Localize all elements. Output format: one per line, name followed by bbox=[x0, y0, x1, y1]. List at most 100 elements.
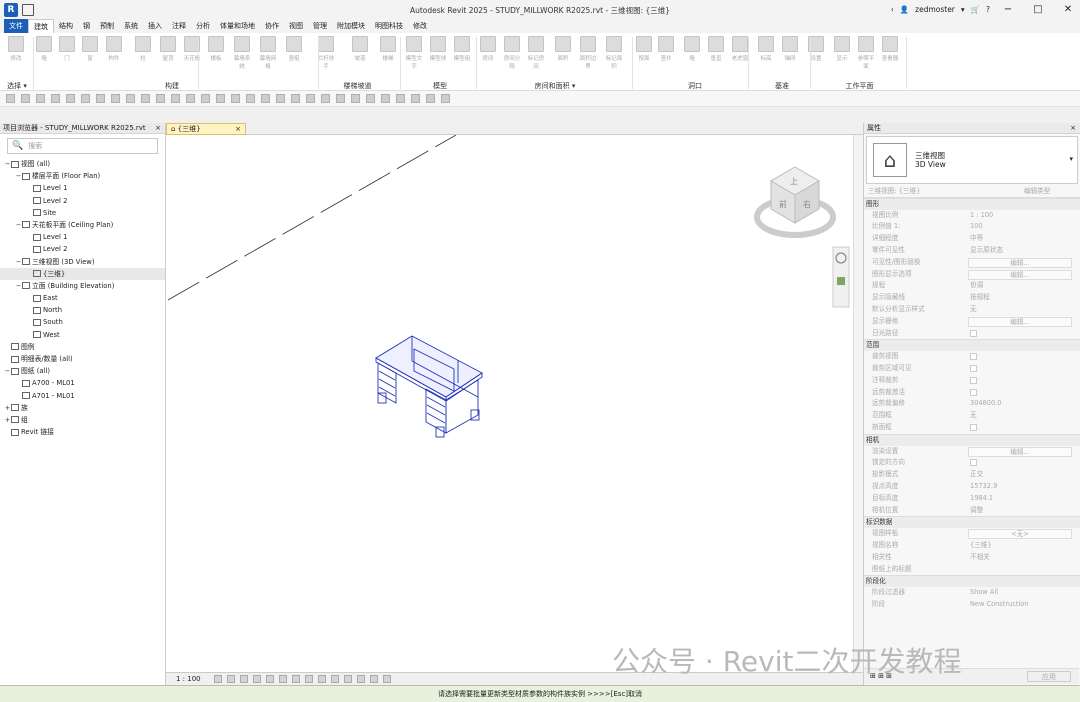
ribbon-button-9[interactable]: 幕墙系统 bbox=[232, 36, 252, 70]
property-edit-button[interactable]: 编辑... bbox=[968, 316, 1072, 327]
ribbon-button-3[interactable]: 窗 bbox=[80, 36, 100, 62]
tree-item[interactable]: West bbox=[0, 329, 165, 341]
ribbon-button-20[interactable]: 标记房间 bbox=[526, 36, 546, 70]
search-chevron-icon[interactable]: ‹ bbox=[891, 5, 894, 14]
ribbon-button-10[interactable]: 幕墙网格 bbox=[258, 36, 278, 70]
ribbon-button-0[interactable]: 修改 bbox=[6, 36, 26, 62]
property-value[interactable]: Show All bbox=[970, 587, 998, 599]
maximize-button[interactable]: □ bbox=[1026, 4, 1050, 15]
property-checkbox[interactable] bbox=[970, 423, 977, 431]
tree-item[interactable]: North bbox=[0, 304, 165, 316]
quick-toolbar-icon-17[interactable] bbox=[261, 94, 270, 103]
menu-tab-1[interactable]: 建筑 bbox=[28, 19, 54, 33]
property-edit-button[interactable]: 编辑... bbox=[968, 269, 1072, 280]
property-value[interactable]: 中等 bbox=[970, 233, 983, 245]
property-value[interactable]: 100 bbox=[970, 221, 983, 233]
crop-view-icon[interactable] bbox=[278, 675, 287, 683]
tree-item[interactable]: East bbox=[0, 292, 165, 304]
help-icon[interactable]: ? bbox=[986, 5, 990, 14]
shadows-icon[interactable] bbox=[252, 675, 261, 683]
menu-tab-13[interactable]: 附加模块 bbox=[332, 19, 370, 33]
menu-tab-8[interactable]: 分析 bbox=[191, 19, 215, 33]
ribbon-button-13[interactable]: 坡道 bbox=[350, 36, 370, 62]
user-icon[interactable]: 👤 bbox=[900, 5, 909, 14]
ribbon-button-34[interactable]: 查看器 bbox=[880, 36, 900, 62]
menu-tab-4[interactable]: 预制 bbox=[95, 19, 119, 33]
tree-item[interactable]: {三维} bbox=[0, 267, 165, 280]
property-edit-button[interactable]: 编辑... bbox=[968, 446, 1072, 457]
tab-3d-view[interactable]: ⌂ {三维} × bbox=[166, 123, 246, 135]
quick-toolbar-icon-8[interactable] bbox=[126, 94, 135, 103]
tree-item[interactable]: Level 1 bbox=[0, 182, 165, 194]
property-category[interactable]: 范围 bbox=[864, 339, 1080, 352]
menu-tab-15[interactable]: 修改 bbox=[408, 19, 432, 33]
ribbon-button-23[interactable]: 标记面积 bbox=[604, 36, 624, 70]
property-category[interactable]: 标识数据 bbox=[864, 516, 1080, 529]
quick-toolbar-icon-5[interactable] bbox=[81, 94, 90, 103]
ribbon-button-4[interactable]: 构件 bbox=[104, 36, 124, 62]
tree-item[interactable]: A701 - ML01 bbox=[0, 390, 165, 402]
ribbon-button-12[interactable]: 栏杆扶手 bbox=[316, 36, 336, 70]
quick-toolbar-icon-19[interactable] bbox=[291, 94, 300, 103]
quick-toolbar-icon-25[interactable] bbox=[381, 94, 390, 103]
quick-toolbar-icon-21[interactable] bbox=[321, 94, 330, 103]
ribbon-button-8[interactable]: 楼板 bbox=[206, 36, 226, 62]
tree-item[interactable]: Revit 链接 bbox=[0, 426, 165, 438]
tree-item[interactable]: − 楼层平面 (Floor Plan) bbox=[0, 170, 165, 182]
minimize-button[interactable]: − bbox=[996, 4, 1020, 15]
tree-item[interactable]: − 天花板平面 (Ceiling Plan) bbox=[0, 219, 165, 231]
detail-level-icon[interactable] bbox=[213, 675, 222, 683]
quick-toolbar-icon-10[interactable] bbox=[156, 94, 165, 103]
property-edit-button[interactable]: 编辑... bbox=[968, 257, 1072, 268]
apply-button[interactable]: 应用 bbox=[1027, 671, 1071, 682]
menu-tab-11[interactable]: 视图 bbox=[284, 19, 308, 33]
menu-tab-12[interactable]: 管理 bbox=[308, 19, 332, 33]
tree-item[interactable]: Level 2 bbox=[0, 195, 165, 207]
canvas-vertical-scrollbar[interactable] bbox=[853, 135, 863, 672]
ribbon-button-11[interactable]: 竖梃 bbox=[284, 36, 304, 62]
ribbon-button-27[interactable]: 垂直 bbox=[706, 36, 726, 62]
quick-toolbar-icon-26[interactable] bbox=[396, 94, 405, 103]
quick-toolbar-icon-28[interactable] bbox=[426, 94, 435, 103]
property-value[interactable]: 调整 bbox=[970, 505, 983, 517]
tree-item[interactable]: Level 2 bbox=[0, 243, 165, 255]
reveal-constraints-icon[interactable] bbox=[369, 675, 378, 683]
tree-toggle-icon[interactable]: − bbox=[4, 158, 11, 170]
tree-toggle-icon[interactable]: − bbox=[15, 256, 22, 268]
user-name[interactable]: zedmoster bbox=[915, 5, 955, 14]
menu-tab-9[interactable]: 体量和场地 bbox=[215, 19, 260, 33]
reveal-hidden-icon[interactable] bbox=[330, 675, 339, 683]
analytical-icon[interactable] bbox=[343, 675, 352, 683]
property-value[interactable]: {三维} bbox=[970, 540, 992, 552]
zoom-icon[interactable] bbox=[837, 277, 845, 285]
show-crop-icon[interactable] bbox=[291, 675, 300, 683]
ribbon-button-31[interactable]: 设置 bbox=[806, 36, 826, 62]
cart-icon[interactable]: 🛒 bbox=[971, 5, 980, 14]
type-selector[interactable]: ⌂ 三维视图 3D View ▾ bbox=[866, 136, 1078, 184]
property-checkbox[interactable] bbox=[970, 459, 977, 467]
property-category[interactable]: 相机 bbox=[864, 433, 1080, 446]
quick-toolbar-icon-24[interactable] bbox=[366, 94, 375, 103]
chevron-down-icon[interactable]: ▾ bbox=[1069, 155, 1073, 163]
user-dropdown-icon[interactable]: ▾ bbox=[961, 5, 965, 14]
menu-tab-7[interactable]: 注释 bbox=[167, 19, 191, 33]
ribbon-button-14[interactable]: 楼梯 bbox=[378, 36, 398, 62]
ribbon-button-25[interactable]: 竖井 bbox=[656, 36, 676, 62]
visual-style-icon[interactable] bbox=[226, 675, 235, 683]
quick-toolbar-icon-1[interactable] bbox=[21, 94, 30, 103]
tree-item[interactable]: + 族 bbox=[0, 402, 165, 414]
quick-toolbar-icon-0[interactable] bbox=[6, 94, 15, 103]
quick-toolbar-icon-18[interactable] bbox=[276, 94, 285, 103]
close-button[interactable]: ✕ bbox=[1056, 4, 1080, 15]
ribbon-button-32[interactable]: 显示 bbox=[832, 36, 852, 62]
quick-toolbar-icon-14[interactable] bbox=[216, 94, 225, 103]
instance-selector[interactable]: 三维视图: {三维} 编辑类型 bbox=[864, 186, 1080, 198]
ribbon-button-29[interactable]: 标高 bbox=[756, 36, 776, 62]
navigation-bar[interactable] bbox=[832, 246, 850, 308]
property-value[interactable]: New Construction bbox=[970, 599, 1028, 611]
quick-access-icon[interactable] bbox=[22, 3, 34, 16]
property-checkbox[interactable] bbox=[970, 364, 977, 372]
ribbon-button-2[interactable]: 门 bbox=[57, 36, 77, 62]
tree-toggle-icon[interactable]: + bbox=[4, 414, 11, 426]
ribbon-button-16[interactable]: 模型线 bbox=[428, 36, 448, 62]
